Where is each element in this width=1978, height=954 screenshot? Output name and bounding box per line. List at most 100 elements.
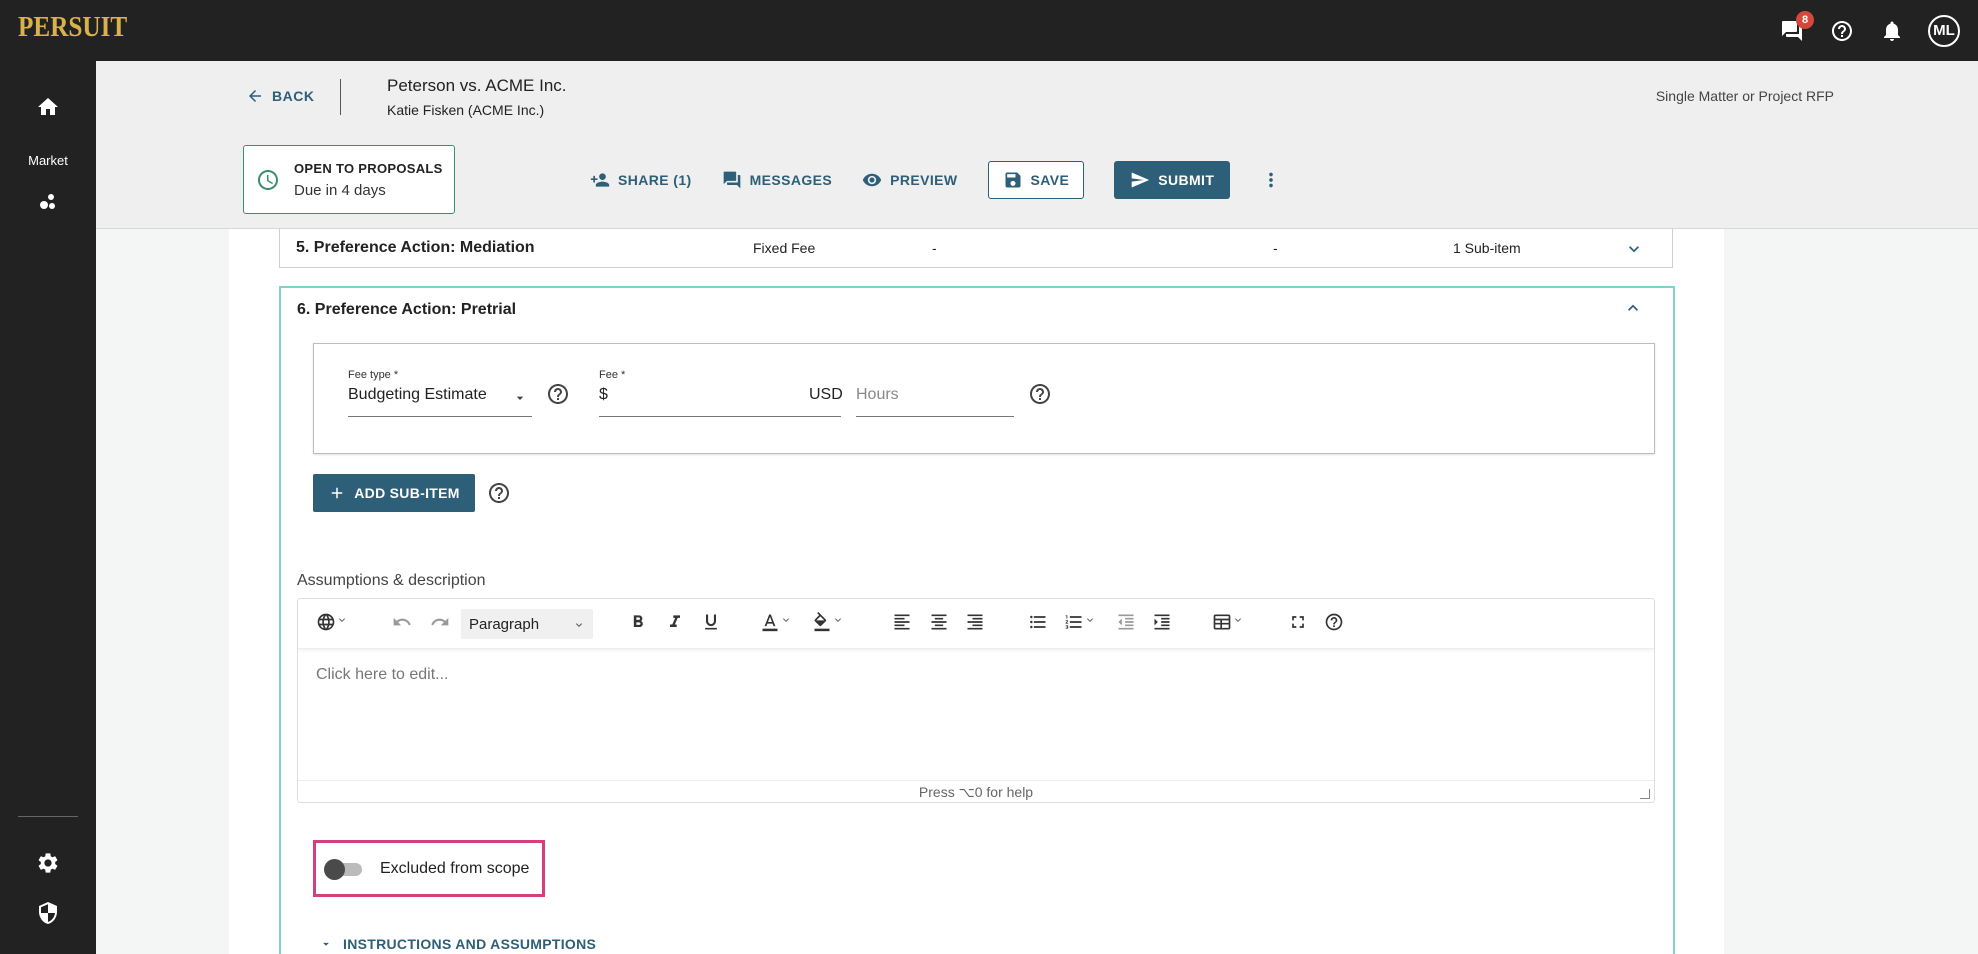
more-options-button[interactable] — [1260, 169, 1282, 191]
undo-icon — [393, 617, 411, 626]
matter-client: Katie Fisken (ACME Inc.) — [387, 102, 545, 118]
share-label: SHARE (1) — [618, 172, 692, 188]
numbered-list-button[interactable] — [1064, 612, 1096, 632]
underline-icon — [705, 614, 717, 630]
caret-down-icon — [323, 942, 329, 946]
fee-item-col-3: - — [1273, 240, 1278, 256]
help-icon[interactable] — [1828, 17, 1856, 45]
align-right-icon — [967, 614, 983, 630]
back-button[interactable]: BACK — [246, 87, 314, 105]
help-icon[interactable] — [1028, 382, 1052, 411]
instructions-toggle[interactable]: INSTRUCTIONS AND ASSUMPTIONS — [319, 936, 596, 952]
user-avatar[interactable]: ML — [1928, 14, 1960, 47]
align-left-icon — [894, 614, 910, 630]
assumptions-label: Assumptions & description — [297, 572, 486, 589]
hours-placeholder: Hours — [856, 386, 899, 403]
toggle-knob — [324, 858, 345, 880]
hours-underline — [856, 416, 1014, 417]
preview-label: PREVIEW — [890, 172, 958, 188]
indent-button[interactable] — [1152, 612, 1172, 632]
bullet-list-button[interactable] — [1028, 612, 1048, 632]
fee-fields-box: Fee type * Budgeting Estimate Fee * $ US… — [313, 343, 1655, 454]
send-icon — [1131, 172, 1150, 188]
fullscreen-button[interactable] — [1288, 612, 1308, 632]
chevron-down-icon — [1084, 613, 1096, 631]
language-button[interactable] — [316, 612, 348, 632]
fee-item-panel-6: 6. Preference Action: Pretrial Fee type … — [279, 286, 1675, 954]
table-button[interactable] — [1212, 612, 1244, 632]
save-label: SAVE — [1030, 172, 1070, 188]
arrow-left-icon — [249, 90, 261, 102]
text-color-button[interactable] — [760, 612, 792, 632]
align-center-button[interactable] — [929, 612, 949, 632]
rich-text-editor: Paragraph Click here to edit... Press ⌥0… — [297, 598, 1655, 803]
help-icon[interactable] — [546, 382, 570, 411]
messages-button[interactable]: MESSAGES — [722, 170, 833, 190]
add-sub-item-button[interactable]: ADD SUB-ITEM — [313, 474, 475, 512]
help-icon[interactable] — [487, 481, 511, 510]
excluded-from-scope-label: Excluded from scope — [380, 859, 530, 877]
market-dots-icon — [40, 194, 55, 209]
italic-icon — [670, 615, 680, 627]
fee-underline — [599, 416, 841, 417]
top-icons: 8 ML — [1778, 0, 1960, 61]
proposal-content: 5. Preference Action: Mediation Fixed Fe… — [229, 229, 1724, 954]
table-icon — [1213, 614, 1231, 630]
excluded-from-scope-toggle[interactable] — [324, 858, 364, 880]
messages-icon[interactable]: 8 — [1778, 10, 1814, 45]
highlighter-icon — [814, 612, 830, 632]
undo-button[interactable] — [392, 612, 412, 632]
top-bar: PERSUIT 8 ML — [0, 0, 1978, 61]
highlight-color-button[interactable] — [812, 612, 844, 632]
add-person-icon — [590, 173, 610, 187]
outdent-button[interactable] — [1116, 612, 1136, 632]
plus-icon — [332, 487, 343, 499]
align-right-button[interactable] — [965, 612, 985, 632]
paragraph-style-value: Paragraph — [469, 615, 540, 633]
sidebar-item-security[interactable] — [0, 901, 96, 925]
fullscreen-icon — [1292, 616, 1304, 628]
matter-title: Peterson vs. ACME Inc. — [387, 76, 567, 95]
sidebar-item-home[interactable] — [0, 95, 96, 119]
submit-label: SUBMIT — [1158, 172, 1215, 188]
editor-resize-handle[interactable] — [1640, 789, 1650, 799]
chevron-down-icon — [832, 613, 844, 631]
redo-icon — [431, 617, 449, 626]
chevron-down-icon[interactable] — [1624, 239, 1644, 262]
redo-button[interactable] — [430, 612, 450, 632]
text-color-icon — [762, 614, 778, 632]
bullet-list-icon — [1030, 615, 1046, 629]
fee-type-underline — [348, 416, 532, 417]
indent-icon — [1154, 614, 1170, 630]
align-center-icon — [931, 614, 947, 630]
submit-button[interactable]: SUBMIT — [1114, 161, 1231, 199]
sidebar-item-market[interactable] — [0, 189, 96, 213]
help-icon — [1325, 613, 1343, 631]
editor-help-button[interactable] — [1324, 612, 1344, 632]
home-icon — [38, 98, 58, 115]
chevron-down-icon — [1232, 613, 1244, 631]
underline-button[interactable] — [701, 612, 721, 632]
sidebar-item-settings[interactable] — [0, 851, 96, 875]
share-button[interactable]: SHARE (1) — [590, 170, 692, 190]
bold-button[interactable] — [628, 612, 648, 632]
fee-item-title: 6. Preference Action: Pretrial — [297, 301, 517, 318]
paragraph-style-select[interactable]: Paragraph — [461, 609, 593, 639]
excluded-from-scope-toggle-box: Excluded from scope — [313, 840, 545, 897]
save-button[interactable]: SAVE — [987, 161, 1085, 199]
preview-button[interactable]: PREVIEW — [862, 170, 957, 190]
fee-type-label: Fee type * — [348, 369, 399, 381]
bold-icon — [633, 615, 643, 627]
outdent-icon — [1118, 614, 1134, 630]
editor-body[interactable]: Click here to edit... — [316, 666, 449, 684]
chevron-up-icon[interactable] — [1623, 298, 1643, 323]
back-label: BACK — [272, 88, 315, 104]
align-left-button[interactable] — [892, 612, 912, 632]
italic-button[interactable] — [665, 612, 685, 632]
persuit-logo[interactable]: PERSUIT — [18, 12, 127, 44]
gear-icon — [38, 853, 58, 873]
notifications-bell-icon[interactable] — [1878, 17, 1906, 45]
status-title: OPEN TO PROPOSALS — [294, 160, 443, 176]
fee-item-row-5[interactable]: 5. Preference Action: Mediation Fixed Fe… — [279, 229, 1673, 268]
fee-label: Fee * — [599, 369, 626, 381]
